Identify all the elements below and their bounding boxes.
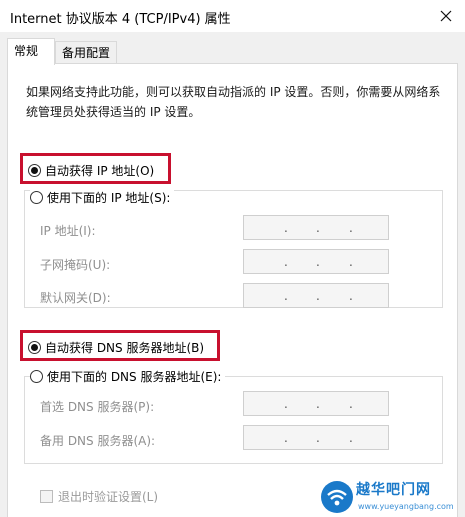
manual-ip-label: 使用下面的 IP 地址(S): — [47, 191, 171, 205]
tab-general[interactable]: 常规 — [7, 38, 55, 65]
manual-dns-radio[interactable] — [30, 370, 43, 383]
manual-dns-radio-row[interactable]: 使用下面的 DNS 服务器地址(E): — [30, 368, 226, 385]
description-text: 如果网络支持此功能，则可以获取自动指派的 IP 设置。否则，你需要从网络系统管理… — [26, 85, 441, 119]
manual-ip-radio-row[interactable]: 使用下面的 IP 地址(S): — [30, 189, 175, 206]
title-bar: Internet 协议版本 4 (TCP/IPv4) 属性 — [0, 0, 465, 32]
close-icon — [440, 10, 452, 22]
tab-alternate-config[interactable]: 备用配置 — [55, 41, 117, 64]
validate-on-exit-label: 退出时验证设置(L) — [58, 490, 159, 504]
ip-dot: . — [349, 431, 353, 445]
watermark-site-name: 越华吧门网 — [356, 482, 431, 498]
manual-ip-radio[interactable] — [30, 191, 43, 204]
tab-general-label: 常规 — [14, 44, 39, 58]
ip-dot: . — [284, 289, 288, 303]
preferred-dns-label: 首选 DNS 服务器(P): — [40, 400, 155, 414]
window-title: Internet 协议版本 4 (TCP/IPv4) 属性 — [10, 12, 231, 27]
manual-dns-label: 使用下面的 DNS 服务器地址(E): — [47, 370, 222, 384]
default-gateway-label: 默认网关(D): — [40, 291, 111, 305]
ip-dot: . — [316, 255, 320, 269]
validate-on-exit-row[interactable]: 退出时验证设置(L) — [40, 488, 158, 505]
ip-dot: . — [284, 221, 288, 235]
ip-dot: . — [316, 431, 320, 445]
close-button[interactable] — [433, 3, 459, 29]
default-gateway-field[interactable]: . . . — [243, 283, 389, 308]
validate-on-exit-checkbox[interactable] — [40, 490, 53, 503]
watermark-url: www.yueyangbang.com — [358, 502, 454, 511]
general-tab-panel: 如果网络支持此功能，则可以获取自动指派的 IP 设置。否则，你需要从网络系统管理… — [7, 63, 458, 517]
auto-dns-label: 自动获得 DNS 服务器地址(B) — [45, 341, 205, 355]
tab-strip: 常规 备用配置 — [0, 32, 465, 65]
ip-dot: . — [316, 397, 320, 411]
site-watermark: 越华吧门网 www.yueyangbang.com — [318, 476, 465, 517]
manual-dns-group — [24, 376, 443, 464]
ip-dot: . — [349, 221, 353, 235]
subnet-mask-field[interactable]: . . . — [243, 249, 389, 274]
ip-dot: . — [284, 431, 288, 445]
tab-alternate-config-label: 备用配置 — [62, 46, 111, 60]
preferred-dns-field[interactable]: . . . — [243, 391, 389, 416]
ip-dot: . — [349, 255, 353, 269]
alternate-dns-field[interactable]: . . . — [243, 425, 389, 450]
auto-ip-radio[interactable] — [28, 164, 41, 177]
wifi-logo-icon — [321, 481, 353, 513]
auto-ip-radio-row[interactable]: 自动获得 IP 地址(O) — [28, 162, 154, 179]
alternate-dns-label: 备用 DNS 服务器(A): — [40, 434, 156, 448]
ip-address-label: IP 地址(I): — [40, 224, 96, 238]
auto-ip-label: 自动获得 IP 地址(O) — [45, 164, 155, 178]
ip-dot: . — [349, 397, 353, 411]
subnet-mask-label: 子网掩码(U): — [40, 258, 111, 272]
ip-dot: . — [284, 397, 288, 411]
auto-dns-radio-row[interactable]: 自动获得 DNS 服务器地址(B) — [28, 339, 204, 356]
ip-address-field[interactable]: . . . — [243, 215, 389, 240]
ip-dot: . — [284, 255, 288, 269]
ip-dot: . — [349, 289, 353, 303]
ip-dot: . — [316, 289, 320, 303]
ip-dot: . — [316, 221, 320, 235]
auto-dns-radio[interactable] — [28, 341, 41, 354]
